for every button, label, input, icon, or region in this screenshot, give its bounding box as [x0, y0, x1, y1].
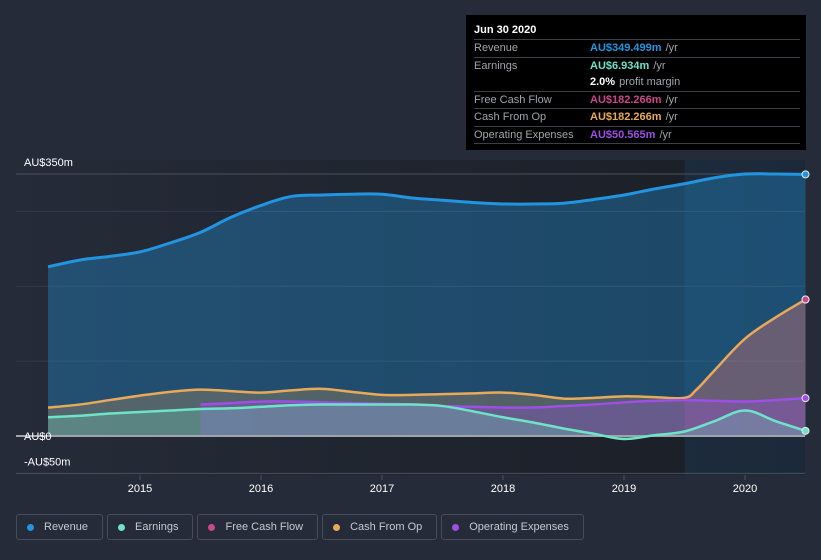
x-axis: 2015 2016 2017 2018 2019 2020	[128, 475, 757, 495]
endpoint-revenue	[801, 170, 810, 179]
legend-item-free-cash-flow[interactable]: Free Cash Flow	[197, 514, 319, 540]
legend-item-revenue[interactable]: Revenue	[16, 514, 104, 540]
tooltip-row-profit-margin: 2.0% profit margin	[474, 74, 800, 92]
tooltip-value: AU$182.266m	[590, 111, 662, 123]
tooltip-label: Cash From Op	[474, 111, 547, 123]
tooltip-label: Free Cash Flow	[474, 93, 552, 106]
legend-label: Free Cash Flow	[225, 521, 304, 533]
tooltip-unit: profit margin	[619, 76, 681, 88]
legend-dot-icon	[333, 523, 341, 531]
x-tick-label: 2019	[612, 483, 636, 495]
tooltip-value: AU$50.565m	[590, 128, 656, 141]
x-tick-label: 2017	[370, 483, 394, 495]
legend-dot-icon	[452, 523, 460, 531]
tooltip-row-earnings: Earnings AU$6.934m /yr	[474, 58, 800, 75]
legend-item-earnings[interactable]: Earnings	[107, 514, 194, 540]
tooltip-row-free-cash-flow: Free Cash Flow AU$182.266m /yr	[474, 92, 800, 109]
x-tick-label: 2020	[733, 483, 757, 495]
legend-dot-icon	[27, 523, 34, 531]
tooltip-label	[474, 74, 590, 91]
y-tick-label: -AU$50m	[24, 456, 70, 468]
tooltip-date: Jun 30 2020	[474, 21, 800, 40]
legend-label: Revenue	[44, 521, 89, 533]
legend-label: Operating Expenses	[469, 521, 569, 533]
chart-legend: Revenue Earnings Free Cash Flow Cash Fro…	[16, 514, 584, 540]
tooltip-value: AU$6.934m	[590, 59, 650, 72]
tooltip-row-cash-from-op: Cash From Op AU$182.266m /yr	[474, 109, 800, 127]
tooltip-panel: Jun 30 2020 Revenue AU$349.499m /yr Earn…	[466, 15, 806, 150]
tooltip-value: AU$182.266m	[590, 93, 662, 106]
x-tick-label: 2018	[491, 483, 515, 495]
tooltip-label: Operating Expenses	[474, 128, 574, 141]
tooltip-unit: /yr	[659, 128, 672, 141]
x-tick-label: 2015	[128, 483, 152, 495]
legend-dot-icon	[118, 523, 126, 531]
y-tick-label: AU$0	[24, 431, 52, 443]
endpoint-free-cash-flow	[801, 295, 810, 304]
endpoint-operating-expenses	[801, 394, 810, 403]
tooltip-label: Earnings	[474, 59, 518, 72]
tooltip-unit: /yr	[653, 59, 666, 72]
legend-item-operating-expenses[interactable]: Operating Expenses	[441, 514, 584, 540]
tooltip-value: 2.0%	[590, 76, 616, 88]
tooltip-unit: /yr	[665, 93, 678, 106]
tooltip-label: Revenue	[474, 42, 519, 54]
tooltip-unit: /yr	[665, 111, 678, 123]
tooltip-value: AU$349.499m	[590, 42, 662, 54]
legend-dot-icon	[208, 523, 216, 531]
y-tick-label: AU$350m	[24, 157, 73, 169]
legend-label: Earnings	[135, 521, 179, 533]
tooltip-row-operating-expenses: Operating Expenses AU$50.565m /yr	[474, 127, 800, 144]
legend-label: Cash From Op	[350, 521, 423, 533]
x-tick-label: 2016	[249, 483, 273, 495]
legend-item-cash-from-op[interactable]: Cash From Op	[322, 514, 438, 540]
tooltip-row-revenue: Revenue AU$349.499m /yr	[474, 40, 800, 58]
endpoint-earnings	[801, 426, 810, 435]
tooltip-unit: /yr	[665, 42, 678, 54]
